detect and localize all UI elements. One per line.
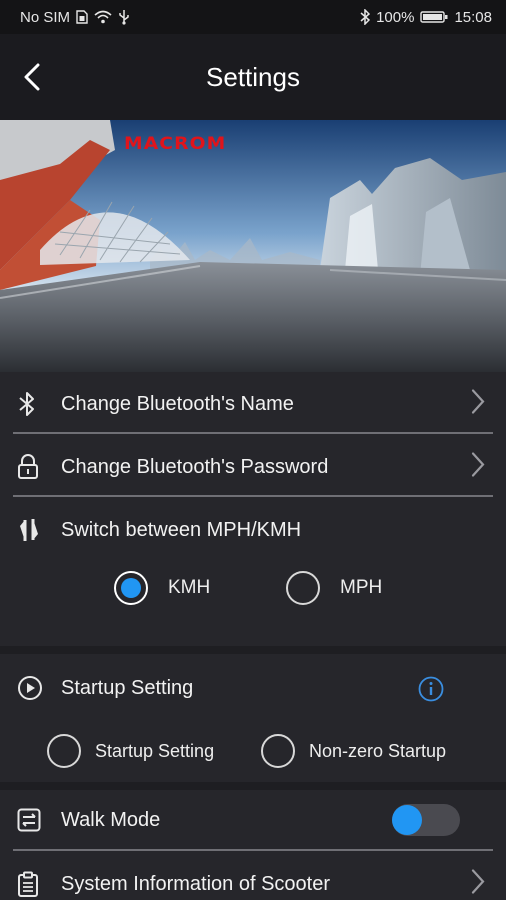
battery-icon [420,10,448,24]
unit-switch-row: Switch between MPH/KMH [13,506,493,554]
play-circle-icon [17,675,51,701]
carrier-text: No SIM [20,8,71,26]
wifi-icon [94,10,112,24]
battery-percent: 100% [376,8,415,26]
misc-settings-panel: Walk Mode System Information of Scooter [0,790,506,900]
bluetooth-settings-panel: Change Bluetooth's Name Change Bluetooth… [0,372,506,646]
clock-time: 15:08 [454,8,492,26]
app-bar: Settings [0,34,506,120]
bluetooth-icon [17,390,51,418]
mph-label: MPH [340,577,383,598]
kmh-label: KMH [168,577,211,598]
chevron-right-icon [471,452,485,483]
change-bluetooth-name-row[interactable]: Change Bluetooth's Name [13,380,493,428]
unit-switch-label: Switch between MPH/KMH [61,518,302,541]
city-road-illustration [0,120,506,372]
bluetooth-status-icon [360,9,371,25]
sim-card-icon [76,10,88,24]
usb-icon [118,9,130,25]
change-bluetooth-password-row[interactable]: Change Bluetooth's Password [13,443,493,491]
mph-radio-option[interactable]: MPH [286,571,382,605]
startup-setting-option-label: Startup Setting [95,740,215,761]
divider [13,432,493,434]
kmh-radio[interactable] [114,571,148,605]
startup-setting-radio[interactable] [47,734,81,768]
banner-image: MACROM [0,120,506,372]
status-bar: No SIM 100% 15:08 [0,0,506,34]
change-bluetooth-password-label: Change Bluetooth's Password [61,455,329,478]
startup-setting-radio-option[interactable]: Startup Setting [47,734,214,768]
non-zero-startup-radio-option[interactable]: Non-zero Startup [261,734,446,768]
status-right: 100% 15:08 [360,9,492,26]
lock-icon [17,454,51,480]
chevron-right-icon [471,869,485,900]
non-zero-startup-radio[interactable] [261,734,295,768]
page-title: Settings [206,62,300,92]
info-icon[interactable] [418,676,444,707]
brand-logo: MACROM [124,134,227,154]
startup-settings-panel: Startup Setting Startup Setting Non-zero… [0,654,506,782]
mph-radio[interactable] [286,571,320,605]
kmh-radio-option[interactable]: KMH [114,571,210,605]
toggle-knob [392,805,422,835]
clipboard-icon [17,871,51,897]
system-information-row[interactable]: System Information of Scooter [13,860,493,900]
status-left: No SIM [20,9,130,26]
startup-setting-label: Startup Setting [61,676,194,699]
change-bluetooth-name-label: Change Bluetooth's Name [61,392,294,415]
non-zero-startup-option-label: Non-zero Startup [309,740,447,761]
chevron-right-icon [471,389,485,420]
divider [13,849,493,851]
divider [13,495,493,497]
walk-mode-toggle[interactable] [392,804,460,836]
sliders-icon [17,808,51,832]
system-information-label: System Information of Scooter [61,872,331,895]
swap-icon [17,517,51,543]
walk-mode-label: Walk Mode [61,808,161,831]
